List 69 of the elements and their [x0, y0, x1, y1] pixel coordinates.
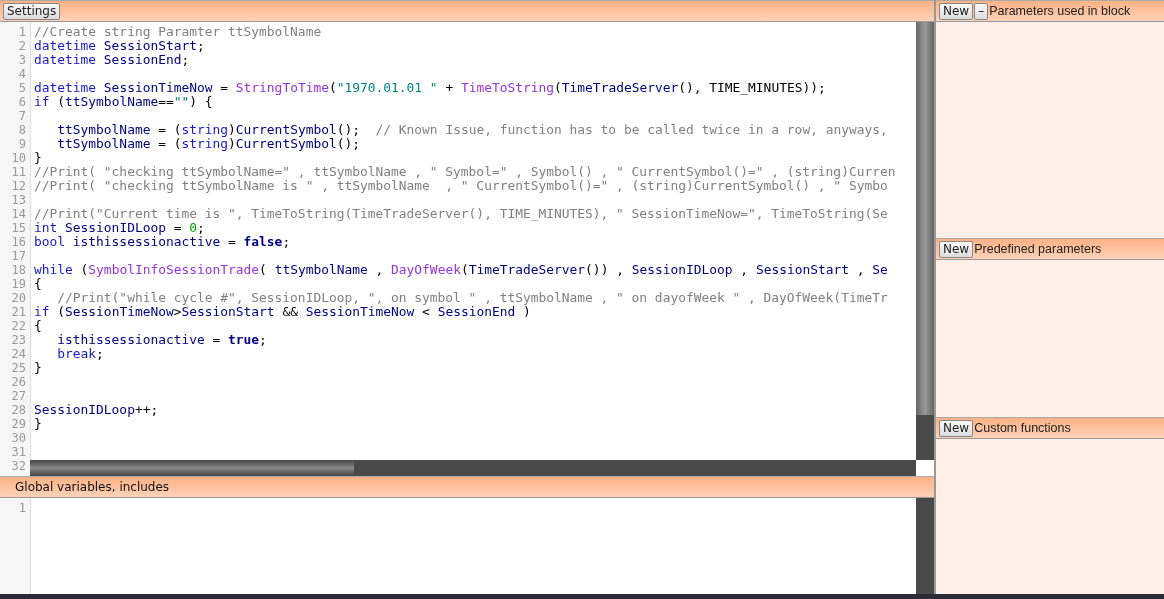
line-number: 26	[10, 375, 27, 389]
line-number: 22	[10, 319, 27, 333]
line-number: 10	[10, 151, 27, 165]
code-line: datetime SessionEnd;	[34, 53, 190, 67]
line-number: 4	[17, 67, 27, 81]
line-number: 1	[17, 25, 27, 39]
section-title: Predefined parameters	[974, 242, 1102, 256]
section-title: Parameters used in block	[989, 4, 1131, 18]
line-number: 9	[17, 137, 27, 151]
line-number: 24	[10, 347, 27, 361]
line-number: 29	[10, 417, 27, 431]
line-number: 15	[10, 221, 27, 235]
line-number: 3	[17, 53, 27, 67]
settings-button[interactable]: Settings	[3, 2, 61, 20]
code-line: while (SymbolInfoSessionTrade( ttSymbolName , DayOfWeek(TimeTradeServer()) , SessionIDLoop , SessionStart , Se	[34, 263, 888, 277]
line-number: 19	[10, 277, 27, 291]
remove-button[interactable]: –	[974, 2, 989, 20]
line-number: 8	[17, 123, 27, 137]
new-button[interactable]: New	[939, 2, 974, 20]
code-line: //Print( "checking ttSymbolName is " , ttSymbolName , " CurrentSymbol()=" , (string)CurrentSymbol() , " Symbo	[34, 179, 888, 193]
line-number: 18	[10, 263, 27, 277]
line-number: 5	[17, 81, 27, 95]
line-number: 7	[17, 109, 27, 123]
line-number: 1	[17, 501, 27, 515]
line-number: 21	[10, 305, 27, 319]
vertical-scrollbar[interactable]	[916, 22, 934, 460]
new-button[interactable]: New	[939, 240, 974, 258]
code-line: if (SessionTimeNow>SessionStart && SessionTimeNow < SessionEnd )	[34, 305, 531, 319]
code-line: //Print( "checking ttSymbolName=" , ttSymbolName , " Symbol=" , Symbol() , " CurrentSymbol()=" , (string)Curren	[34, 165, 896, 179]
code-line: isthissessionactive = true;	[56, 333, 267, 347]
code-editor[interactable]	[0, 22, 934, 476]
code-line: int SessionIDLoop = 0;	[34, 221, 205, 235]
new-button[interactable]: New	[939, 419, 974, 437]
line-number: 14	[10, 207, 27, 221]
code-line: }	[34, 417, 42, 431]
line-number: 20	[10, 291, 27, 305]
code-line: SessionIDLoop++;	[34, 403, 159, 417]
code-line: ttSymbolName = (string)CurrentSymbol();	[56, 137, 360, 151]
line-number: 16	[10, 235, 27, 249]
line-number: 2	[17, 39, 27, 53]
section-title: Global variables, includes	[15, 480, 170, 494]
code-line: datetime SessionStart;	[34, 39, 205, 53]
line-number: 30	[10, 431, 27, 445]
code-line: }	[34, 151, 42, 165]
line-number: 32	[10, 459, 27, 473]
line-number: 28	[10, 403, 27, 417]
line-number: 27	[10, 389, 27, 403]
code-line: //Print("Current time is ", TimeToString(TimeTradeServer(), TIME_MINUTES), " SessionTimeNow=", TimeToString(Se	[34, 207, 888, 221]
code-line: }	[34, 361, 42, 375]
line-number: 12	[10, 179, 27, 193]
code-line: {	[34, 277, 42, 291]
line-number: 25	[10, 361, 27, 375]
code-line: break;	[56, 347, 104, 361]
code-line: bool isthissessionactive = false;	[34, 235, 291, 249]
section-title: Custom functions	[974, 421, 1071, 435]
code-line: if (ttSymbolName=="") {	[34, 95, 213, 109]
code-line: ttSymbolName = (string)CurrentSymbol(); // Known Issue, function has to be called twice in a row, anyways,	[56, 123, 888, 137]
code-line: //Print("while cycle #", SessionIDLoop, ", on symbol " , ttSymbolName , " on dayofWeek " , DayOfWeek(TimeTr	[56, 291, 888, 305]
line-number: 31	[10, 445, 27, 459]
line-number: 13	[10, 193, 27, 207]
horizontal-scrollbar[interactable]	[30, 460, 916, 476]
code-line: {	[34, 319, 42, 333]
code-line: datetime SessionTimeNow = StringToTime("1970.01.01 " + TimeToString(TimeTradeServer(), TIME_MINUTES));	[34, 81, 826, 95]
line-number: 17	[10, 249, 27, 263]
line-number: 11	[10, 165, 27, 179]
line-number: 6	[17, 95, 27, 109]
code-line: //Create string Paramter ttSymbolName	[34, 25, 322, 39]
line-number: 23	[10, 333, 27, 347]
vertical-scrollbar[interactable]	[916, 498, 934, 594]
